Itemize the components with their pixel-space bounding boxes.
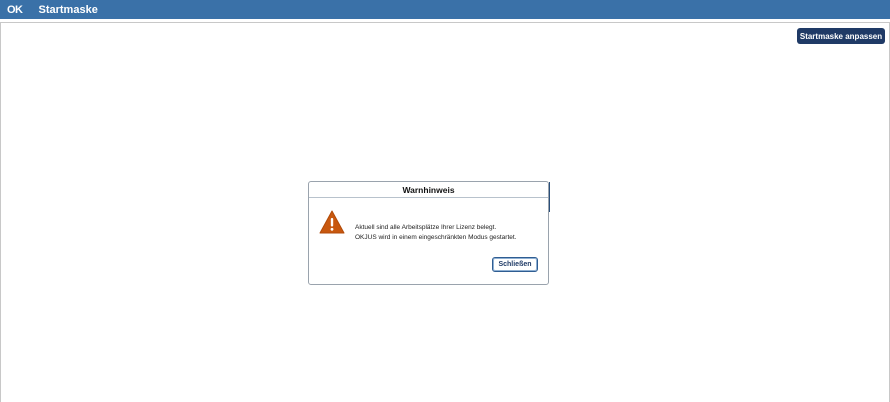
page-title: Startmaske — [38, 3, 98, 16]
dialog-message-line1: Aktuell sind alle Arbeitsplätze Ihrer Li… — [355, 224, 497, 231]
warning-dialog: Warnhinweis Aktuell sind alle Arbeitsplä… — [308, 181, 550, 285]
customize-startmask-button[interactable]: Startmaske anpassen — [797, 28, 885, 44]
warning-triangle-icon — [319, 210, 345, 234]
dialog-title: Warnhinweis — [309, 182, 548, 198]
app-titlebar: OK Startmaske — [0, 0, 890, 19]
dialog-message: Aktuell sind alle Arbeitsplätze Ihrer Li… — [355, 223, 517, 243]
close-button[interactable]: Schließen — [492, 257, 538, 272]
dialog-edge-accent — [549, 182, 550, 212]
dialog-message-line2: OKJUS wird in einem eingeschränkten Modu… — [355, 234, 517, 241]
app-logo: OK — [7, 3, 23, 16]
